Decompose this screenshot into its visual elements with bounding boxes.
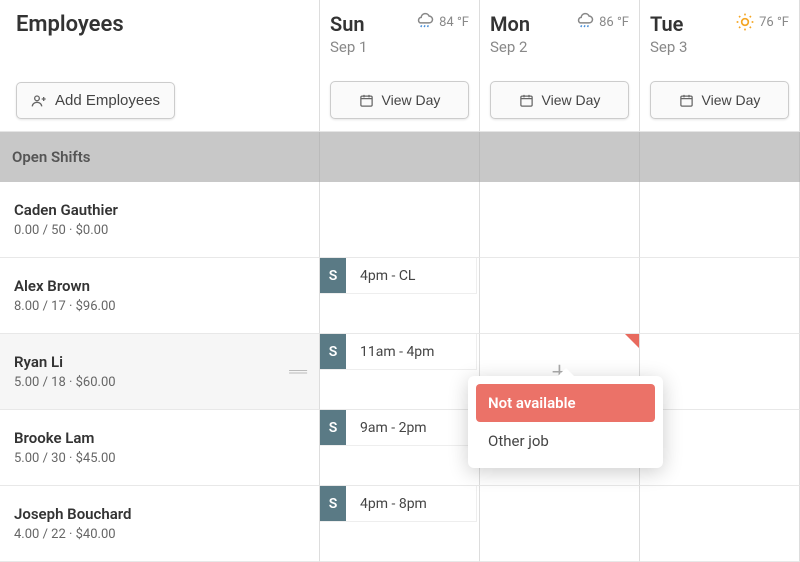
shift-block[interactable]: S9am - 2pm (320, 410, 477, 446)
employee-row[interactable]: Joseph Bouchard4.00 / 22 · $40.00 (0, 486, 320, 562)
popover-not-available[interactable]: Not available (476, 384, 655, 422)
schedule-cell[interactable] (480, 258, 640, 334)
shift-block[interactable]: S11am - 4pm (320, 334, 477, 370)
schedule-cell[interactable] (480, 486, 640, 562)
schedule-cell[interactable] (640, 410, 800, 486)
schedule-cell[interactable] (640, 182, 800, 258)
employee-row[interactable]: Brooke Lam5.00 / 30 · $45.00 (0, 410, 320, 486)
open-shifts-row: Open Shifts (0, 132, 800, 182)
shift-block[interactable]: S4pm - CL (320, 258, 477, 294)
schedule-cell[interactable] (480, 182, 640, 258)
schedule-cell[interactable] (640, 486, 800, 562)
schedule-cell[interactable]: S4pm - CL (320, 258, 480, 334)
schedule-cell[interactable]: S11am - 4pm (320, 334, 480, 410)
view-day-button[interactable]: View Day (490, 81, 629, 119)
schedule-cell[interactable]: S9am - 2pm (320, 410, 480, 486)
day-header-0: SunSep 184 °FView Day (320, 0, 480, 132)
employee-row[interactable]: Ryan Li5.00 / 18 · $60.00══ (0, 334, 320, 410)
flag-icon (625, 334, 639, 348)
popover-other-job[interactable]: Other job (476, 422, 655, 460)
schedule-cell[interactable]: S4pm - 8pm (320, 486, 480, 562)
shift-block[interactable]: S4pm - 8pm (320, 486, 477, 522)
view-day-button[interactable]: View Day (650, 81, 789, 119)
weather-rain-icon (415, 12, 435, 32)
day-header-2: TueSep 376 °FView Day (640, 0, 800, 132)
weather-sun-icon (735, 12, 755, 32)
employee-row[interactable]: Caden Gauthier0.00 / 50 · $0.00 (0, 182, 320, 258)
view-day-button[interactable]: View Day (330, 81, 469, 119)
schedule-cell[interactable] (640, 334, 800, 410)
page-title: Employees (16, 12, 303, 37)
add-employees-button[interactable]: Add Employees (16, 82, 175, 119)
schedule-cell[interactable] (320, 182, 480, 258)
schedule-cell[interactable]: +Not availableOther job (480, 334, 640, 410)
drag-handle-icon[interactable]: ══ (289, 363, 305, 380)
weather-rain-icon (575, 12, 595, 32)
schedule-cell[interactable] (640, 258, 800, 334)
day-header-1: MonSep 286 °FView Day (480, 0, 640, 132)
availability-popover: Not availableOther job (468, 376, 663, 468)
employee-row[interactable]: Alex Brown8.00 / 17 · $96.00 (0, 258, 320, 334)
